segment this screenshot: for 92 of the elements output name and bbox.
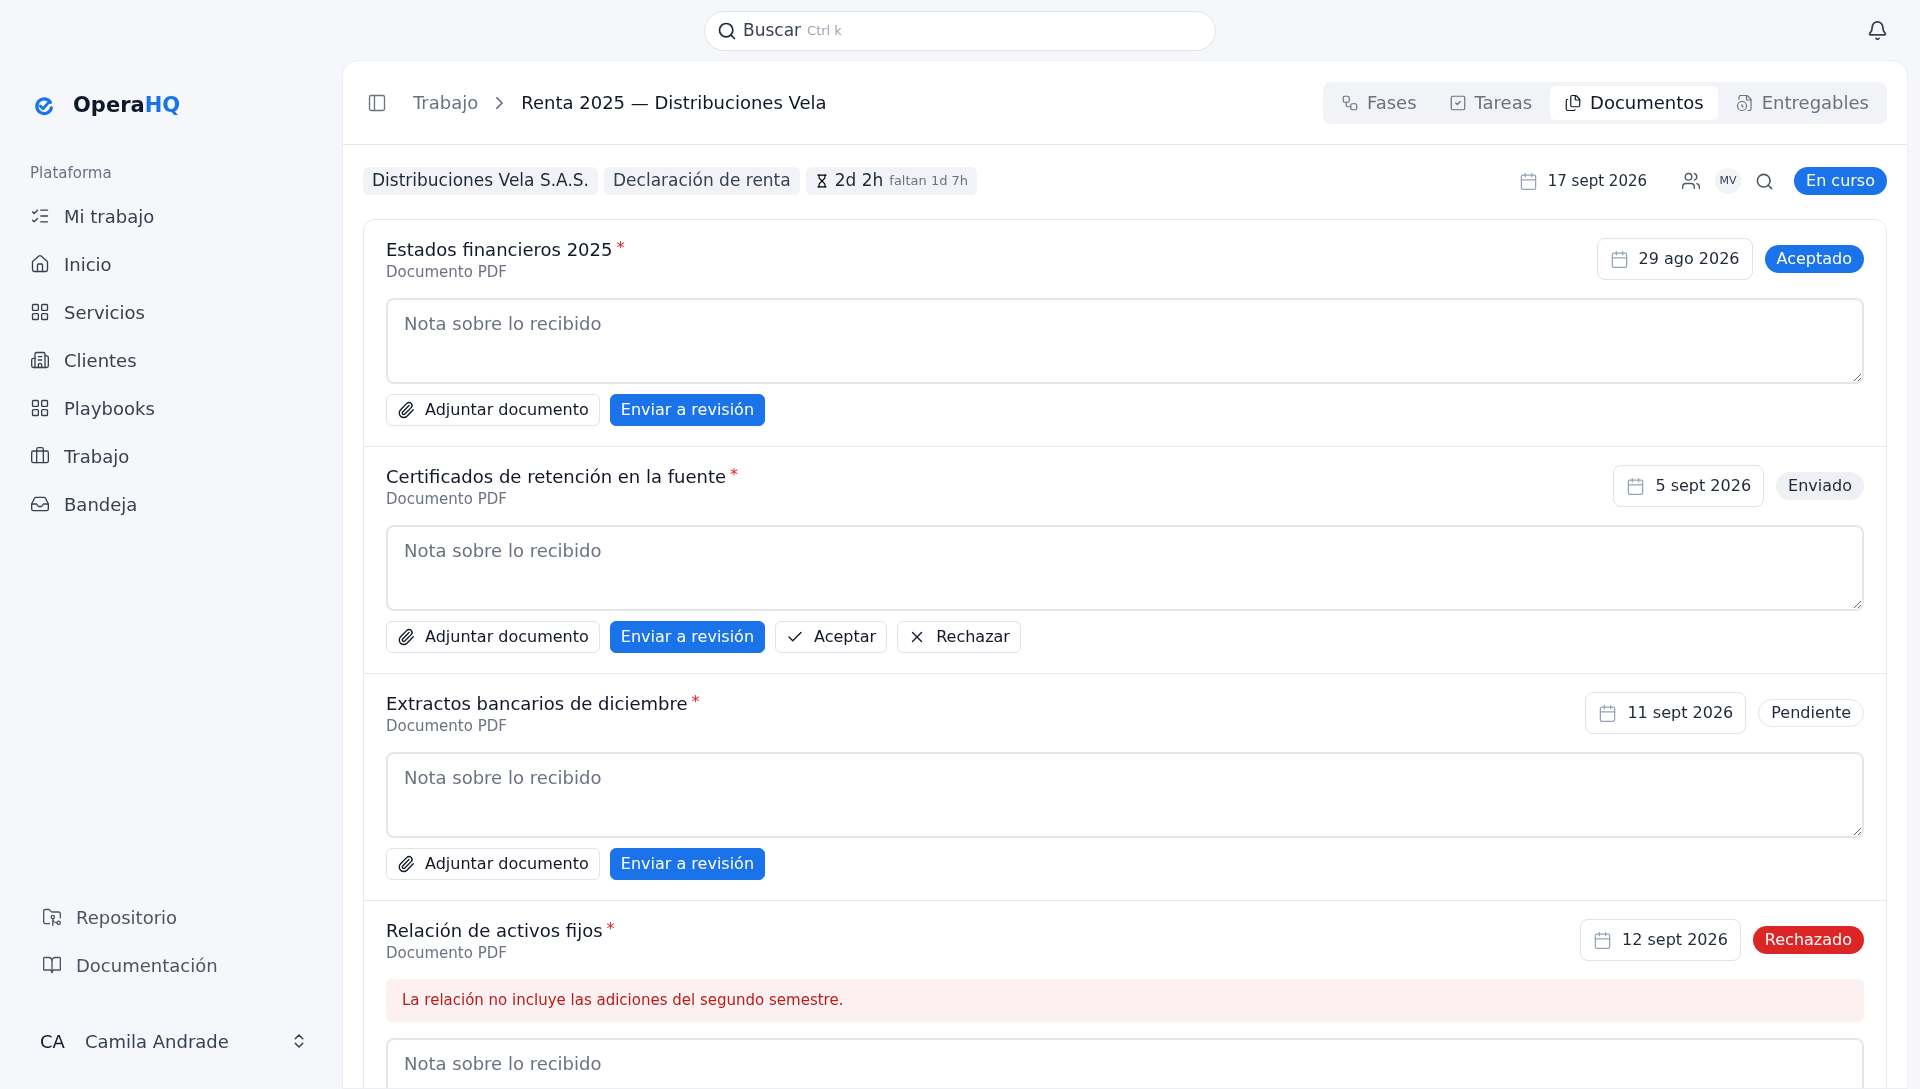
calendar-icon [1626, 476, 1646, 496]
nav-item[interactable]: Repositorio [42, 893, 300, 941]
reject-button[interactable]: Rechazar [897, 621, 1021, 653]
notification-icon[interactable] [1867, 20, 1888, 41]
briefcase-icon [30, 446, 50, 466]
required-asterisk: * [616, 238, 625, 258]
note-field[interactable]: Nota sobre lo recibido [386, 298, 1864, 384]
required-asterisk: * [730, 465, 739, 485]
search-placeholder: Buscar [743, 19, 802, 43]
nav-item[interactable]: Playbooks [30, 384, 312, 432]
attach-button[interactable]: Adjuntar documento [386, 848, 600, 880]
chevron-right-icon [496, 96, 504, 109]
shortcut-hint: Ctrl k [807, 22, 842, 41]
inbox-icon [30, 494, 50, 514]
note-field[interactable]: Nota sobre lo recibido [386, 525, 1864, 611]
nav-item[interactable]: Documentación [42, 941, 300, 989]
nav-item[interactable]: Bandeja [30, 480, 312, 528]
checkbox-icon [1448, 93, 1467, 112]
service-chip: Declaración de renta [604, 167, 800, 195]
checklist-icon [30, 206, 50, 226]
paperclip-icon [397, 401, 415, 419]
document-type: Documento PDF [386, 943, 508, 963]
status-badge: Pendiente [1758, 699, 1864, 727]
status-badge: Enviado [1776, 472, 1864, 500]
accept-button[interactable]: Aceptar [775, 621, 888, 653]
tab[interactable]: Tareas [1434, 85, 1547, 120]
files-icon [1564, 93, 1583, 112]
calendar-icon [1609, 249, 1629, 269]
nav-item[interactable]: Servicios [30, 288, 312, 336]
calendar-icon [1598, 703, 1618, 723]
client-chip: Distribuciones Vela S.A.S. [363, 167, 598, 195]
breadcrumb-current: Renta 2025 — Distribuciones Vela [521, 91, 827, 115]
submit-button[interactable]: Enviar a revisión [609, 848, 766, 880]
paperclip-icon [397, 855, 415, 873]
home-icon [30, 254, 50, 274]
user-avatar: CA [40, 1029, 65, 1054]
folder-icon [42, 907, 62, 927]
document-title: Certificados de retención en la fuente [386, 465, 727, 489]
status-badge: En curso [1794, 167, 1887, 195]
document-type: Documento PDF [386, 262, 508, 282]
attach-button[interactable]: Adjuntar documento [386, 621, 600, 653]
note-field[interactable]: Nota sobre lo recibido [386, 1037, 1864, 1088]
nav-item[interactable]: Trabajo [30, 432, 312, 480]
sidebar-toggle-icon[interactable] [367, 92, 387, 113]
calendar-icon [1593, 930, 1612, 950]
grid-icon [30, 302, 50, 322]
attach-button[interactable]: Adjuntar documento [386, 394, 600, 426]
workflow-icon [1340, 93, 1359, 112]
search-icon [717, 21, 737, 41]
user-menu[interactable]: CA Camila Andrade [30, 1019, 312, 1063]
note-field[interactable]: Nota sobre lo recibido [386, 752, 1864, 838]
date-button[interactable]: 29 ago 2026 [1596, 238, 1753, 280]
nav-item[interactable]: Clientes [30, 336, 312, 384]
user-name: Camila Andrade [84, 1029, 230, 1054]
duration-text: 2d 2h [834, 169, 884, 193]
logo-icon [33, 94, 55, 117]
document-type: Documento PDF [386, 489, 508, 509]
remaining-text: faltan 1d 7h [889, 172, 969, 191]
document-type: Documento PDF [386, 716, 508, 736]
brand-name: OperaHQ [73, 92, 181, 119]
submit-button[interactable]: Enviar a revisión [609, 394, 766, 426]
document-title: Estados financieros 2025 [386, 238, 613, 262]
required-asterisk: * [606, 919, 615, 939]
nav-item[interactable]: Mi trabajo [30, 192, 312, 240]
status-badge: Aceptado [1764, 245, 1864, 273]
grid-icon [30, 398, 50, 418]
status-badge: Rechazado [1752, 926, 1864, 954]
required-asterisk: * [691, 692, 700, 712]
nav-item[interactable]: Inicio [30, 240, 312, 288]
tab[interactable]: Fases [1326, 85, 1431, 120]
search-field[interactable]: Buscar Ctrl k [704, 11, 1216, 51]
calendar-icon [1518, 171, 1538, 191]
date-button[interactable]: 12 sept 2026 [1580, 919, 1741, 961]
breadcrumb-link[interactable]: Trabajo [413, 89, 479, 116]
due-date: 17 sept 2026 [1547, 170, 1647, 192]
rejection-message: La relación no incluye las adiciones del segundo semestre. [386, 979, 1864, 1022]
paperclip-icon [397, 628, 415, 646]
users-icon[interactable] [1681, 171, 1701, 191]
tab[interactable]: Documentos [1550, 85, 1718, 120]
date-button[interactable]: 11 sept 2026 [1585, 692, 1747, 734]
hourglass-icon [814, 174, 829, 188]
building-icon [30, 350, 50, 370]
file-icon [1735, 93, 1754, 112]
book-icon [42, 955, 62, 975]
document-title: Extractos bancarios de diciembre [386, 692, 688, 716]
document-title: Relación de activos fijos [386, 919, 603, 943]
search-icon[interactable] [1755, 171, 1774, 191]
section-label: Plataforma [30, 162, 113, 184]
date-button[interactable]: 5 sept 2026 [1613, 465, 1765, 507]
tab[interactable]: Entregables [1721, 85, 1883, 120]
assignee-avatar: MV [1715, 168, 1741, 194]
submit-button[interactable]: Enviar a revisión [609, 621, 766, 653]
